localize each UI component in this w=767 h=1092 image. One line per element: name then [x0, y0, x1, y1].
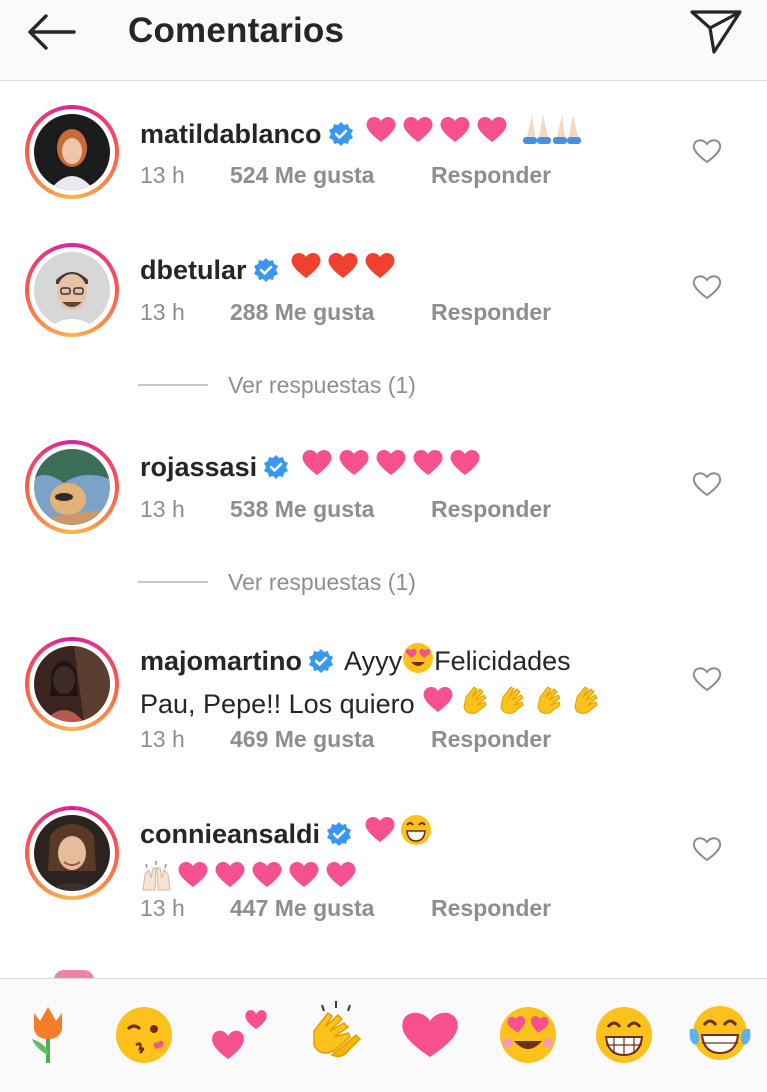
- replies-divider: [138, 384, 208, 386]
- comment-likes[interactable]: 524 Me gusta: [230, 162, 431, 189]
- heart-icon[interactable]: [692, 835, 722, 863]
- comment-text: rojassasi: [140, 446, 660, 489]
- comment-meta: 13 h 524 Me gusta Responder: [140, 162, 551, 189]
- comment-body-line2: Pau, Pepe!! Los quiero: [140, 689, 415, 719]
- comment-time: 13 h: [140, 496, 185, 522]
- heart-icon[interactable]: [692, 273, 722, 301]
- comment-emojis: [365, 113, 585, 156]
- verified-badge-icon: [253, 257, 279, 292]
- view-replies-link[interactable]: Ver respuestas (1): [138, 372, 498, 399]
- reply-button[interactable]: Responder: [431, 895, 551, 922]
- verified-badge-icon: [263, 454, 289, 489]
- heart-eyes-face-icon[interactable]: [494, 999, 562, 1067]
- view-replies-label: Ver respuestas (1): [228, 569, 416, 595]
- avatar[interactable]: [25, 637, 119, 731]
- comment-text: matildablanco: [140, 113, 660, 156]
- comment-text: connieansaldi: [140, 813, 660, 901]
- comment-time: 13 h: [140, 162, 185, 188]
- verified-badge-icon: [308, 648, 334, 683]
- heart-icon[interactable]: [692, 665, 722, 693]
- comment-username[interactable]: dbetular: [140, 255, 247, 285]
- comment-meta: 13 h 447 Me gusta Responder: [140, 895, 551, 922]
- comment-meta: 13 h 288 Me gusta Responder: [140, 299, 551, 326]
- comment-emojis: [290, 249, 400, 292]
- comment-body-start: Ayyy: [344, 646, 403, 676]
- kissing-wink-face-icon[interactable]: [110, 999, 178, 1067]
- emoji-quick-bar: [0, 978, 767, 1092]
- comment-meta: 13 h 469 Me gusta Responder: [140, 726, 551, 753]
- verified-badge-icon: [328, 121, 354, 156]
- two-hearts-icon[interactable]: [206, 999, 274, 1067]
- view-replies-label: Ver respuestas (1): [228, 372, 416, 398]
- comment-text: majomartino Ayyy Felicidades Pau, Pepe!! …: [140, 642, 660, 726]
- comment-username[interactable]: majomartino: [140, 646, 302, 676]
- comment-likes[interactable]: 538 Me gusta: [230, 496, 431, 523]
- comment-meta: 13 h 538 Me gusta Responder: [140, 496, 551, 523]
- comment-emojis: [301, 446, 486, 489]
- tears-of-joy-face-icon[interactable]: [686, 999, 754, 1067]
- avatar[interactable]: [25, 806, 119, 900]
- comment-username[interactable]: connieansaldi: [140, 819, 320, 849]
- comment-username[interactable]: rojassasi: [140, 452, 257, 482]
- reply-button[interactable]: Responder: [431, 162, 551, 189]
- send-direct-icon[interactable]: [688, 6, 744, 56]
- avatar[interactable]: [25, 243, 119, 337]
- comment-emojis: [364, 813, 436, 856]
- avatar[interactable]: [25, 440, 119, 534]
- clapping-hands-icon[interactable]: [302, 999, 370, 1067]
- tulip-icon[interactable]: [14, 999, 82, 1067]
- back-arrow-icon[interactable]: [22, 10, 78, 54]
- view-replies-link[interactable]: Ver respuestas (1): [138, 569, 498, 596]
- comment-time: 13 h: [140, 895, 185, 921]
- heart-eyes-emoji-icon: [402, 642, 434, 683]
- comment-username[interactable]: matildablanco: [140, 119, 322, 149]
- grinning-face-icon[interactable]: [590, 999, 658, 1067]
- page-title: Comentarios: [128, 11, 345, 50]
- comment-likes[interactable]: 447 Me gusta: [230, 895, 431, 922]
- replies-divider: [138, 581, 208, 583]
- comment-emojis: [422, 683, 608, 726]
- comment-time: 13 h: [140, 726, 185, 752]
- comment-likes[interactable]: 469 Me gusta: [230, 726, 431, 753]
- reply-button[interactable]: Responder: [431, 299, 551, 326]
- reply-button[interactable]: Responder: [431, 726, 551, 753]
- verified-badge-icon: [326, 821, 352, 856]
- heart-icon[interactable]: [692, 137, 722, 165]
- comment-body-mid: Felicidades: [434, 646, 571, 676]
- comment-time: 13 h: [140, 299, 185, 325]
- top-bar: Comentarios: [0, 0, 767, 81]
- comment-text: dbetular: [140, 249, 660, 292]
- reply-button[interactable]: Responder: [431, 496, 551, 523]
- avatar[interactable]: [25, 105, 119, 199]
- comment-likes[interactable]: 288 Me gusta: [230, 299, 431, 326]
- pink-heart-icon[interactable]: [396, 999, 464, 1067]
- heart-icon[interactable]: [692, 470, 722, 498]
